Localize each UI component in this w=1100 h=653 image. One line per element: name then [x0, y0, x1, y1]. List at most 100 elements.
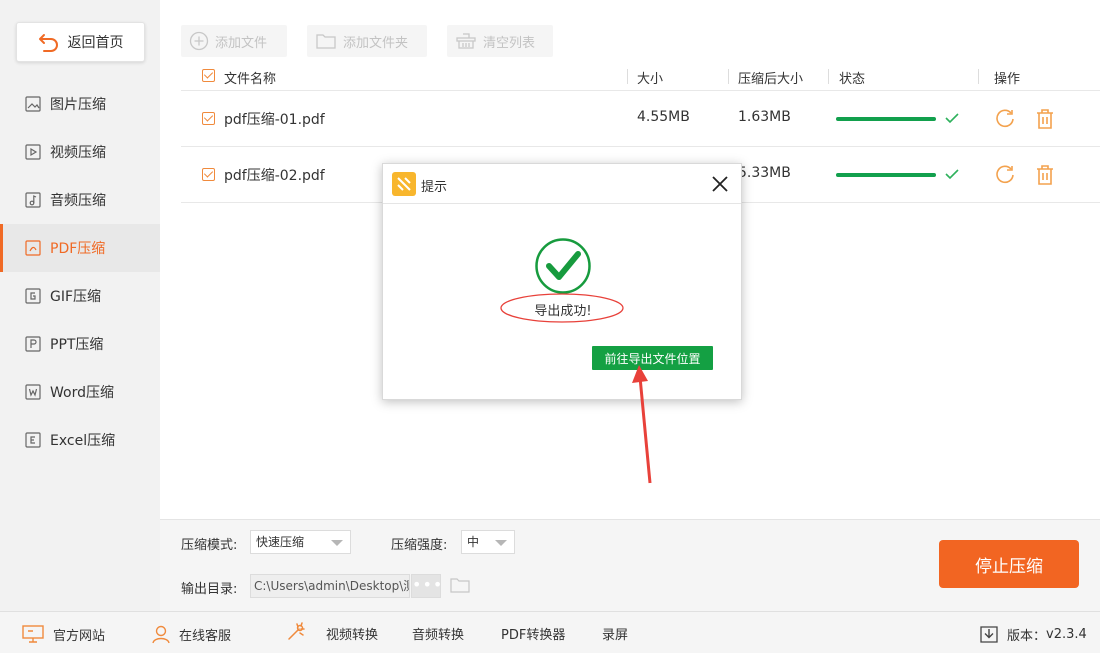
file-name: pdf压缩-01.pdf — [224, 112, 325, 128]
pdf-icon — [25, 240, 41, 256]
version-label: 版本： — [1007, 628, 1047, 644]
audio-convert-label: 音频转换 — [412, 628, 465, 643]
dialog-title: 提示 — [421, 180, 448, 195]
home-button-label: 返回首页 — [67, 35, 124, 51]
row-checkbox[interactable] — [202, 168, 215, 181]
add-folder-label: 添加文件夹 — [343, 35, 409, 51]
column-divider — [828, 69, 829, 84]
home-button[interactable]: 返回首页 — [16, 22, 145, 62]
video-convert-link[interactable]: 视频转换 — [326, 624, 378, 643]
col-action: 操作 — [994, 72, 1021, 87]
clear-list-label: 清空列表 — [483, 35, 536, 51]
output-label: 输出目录: — [181, 582, 238, 597]
audio-icon — [25, 192, 41, 208]
add-file-label: 添加文件 — [215, 35, 268, 51]
pdf-convert-label: PDF转换器 — [501, 628, 566, 643]
column-divider — [978, 69, 979, 84]
sidebar-nav: 图片压缩 视频压缩 音频压缩 PDF压缩 GIF压缩 PPT压缩 Word压缩 — [0, 80, 160, 464]
website-link[interactable]: 官方网站 — [21, 624, 105, 644]
audio-convert-link[interactable]: 音频转换 — [412, 624, 464, 643]
sidebar-item-ppt[interactable]: PPT压缩 — [0, 320, 160, 368]
col-status: 状态 — [839, 72, 866, 87]
add-circle-icon — [189, 31, 209, 51]
sidebar-item-excel[interactable]: Excel压缩 — [0, 416, 160, 464]
monitor-icon — [22, 625, 44, 643]
support-label: 在线客服 — [179, 628, 232, 644]
record-link[interactable]: 录屏 — [602, 624, 628, 643]
sidebar-item-word[interactable]: Word压缩 — [0, 368, 160, 416]
add-file-button[interactable]: 添加文件 — [181, 25, 287, 57]
sidebar-item-gif[interactable]: GIF压缩 — [0, 272, 160, 320]
video-icon — [25, 144, 41, 160]
table-row: pdf压缩-01.pdf 4.55MB 1.63MB — [181, 91, 1100, 147]
check-icon — [945, 169, 959, 180]
col-compressed-size: 压缩后大小 — [738, 72, 804, 87]
col-size: 大小 — [637, 72, 664, 87]
stop-compress-button[interactable]: 停止压缩 — [939, 540, 1079, 588]
open-folder-icon[interactable] — [450, 576, 470, 594]
column-divider — [728, 69, 729, 84]
sidebar-item-label: PDF压缩 — [50, 241, 106, 257]
mode-value: 快速压缩 — [256, 535, 305, 549]
user-icon — [152, 625, 170, 644]
sidebar-item-audio[interactable]: 音频压缩 — [0, 176, 160, 224]
compressed-size: 1.63MB — [738, 109, 791, 125]
strength-select[interactable]: 中 — [461, 530, 515, 554]
toolbar: 添加文件 添加文件夹 清空列表 — [181, 25, 573, 57]
sidebar-item-label: GIF压缩 — [50, 289, 102, 305]
close-icon[interactable] — [710, 174, 730, 194]
website-label: 官方网站 — [53, 628, 106, 644]
compressed-size: 5.33MB — [738, 165, 791, 181]
basket-icon — [456, 33, 476, 49]
footer-bar: 官方网站 在线客服 视频转换 音频转换 PDF转换器 录屏 版本： v2.3.4 — [0, 611, 1100, 653]
strength-label: 压缩强度: — [391, 538, 448, 553]
excel-icon — [25, 432, 41, 448]
tools-icon-wrap — [286, 620, 316, 642]
dialog-header: 提示 — [383, 164, 741, 204]
chevron-down-icon — [331, 540, 343, 546]
row-checkbox[interactable] — [202, 112, 215, 125]
clear-list-button[interactable]: 清空列表 — [447, 25, 553, 57]
progress-bar — [836, 173, 936, 177]
video-convert-label: 视频转换 — [326, 628, 379, 643]
version-value: v2.3.4 — [1046, 626, 1087, 642]
trash-icon[interactable] — [1034, 164, 1056, 186]
sidebar-item-label: Word压缩 — [50, 385, 114, 401]
chevron-down-icon — [495, 540, 507, 546]
mode-select[interactable]: 快速压缩 — [250, 530, 351, 554]
refresh-icon[interactable] — [994, 108, 1016, 130]
column-divider — [627, 69, 628, 84]
sidebar-item-label: Excel压缩 — [50, 433, 116, 449]
folder-icon — [316, 34, 336, 49]
image-icon — [25, 96, 41, 112]
success-check-icon — [535, 238, 591, 294]
pdf-convert-link[interactable]: PDF转换器 — [501, 624, 565, 643]
return-icon — [38, 34, 58, 52]
progress-bar — [836, 117, 936, 121]
mode-label: 压缩模式: — [181, 538, 238, 553]
sidebar-item-image[interactable]: 图片压缩 — [0, 80, 160, 128]
support-link[interactable]: 在线客服 — [151, 624, 231, 644]
sidebar-item-video[interactable]: 视频压缩 — [0, 128, 160, 176]
settings-panel: 压缩模式: 快速压缩 压缩强度: 中 输出目录: C:\Users\admin\… — [160, 519, 1100, 611]
logo-icon — [397, 177, 411, 191]
file-size: 4.55MB — [637, 109, 690, 125]
trash-icon[interactable] — [1034, 108, 1056, 130]
strength-value: 中 — [467, 535, 480, 549]
add-folder-button[interactable]: 添加文件夹 — [307, 25, 427, 57]
refresh-icon[interactable] — [994, 164, 1016, 186]
download-icon — [980, 626, 998, 643]
sidebar-item-label: 音频压缩 — [50, 193, 106, 209]
record-label: 录屏 — [602, 628, 629, 643]
col-name: 文件名称 — [224, 72, 277, 87]
select-all-checkbox[interactable] — [202, 69, 215, 82]
table-header: 文件名称 大小 压缩后大小 状态 操作 — [181, 62, 1100, 91]
output-path-input[interactable]: C:\Users\admin\Desktop\测 — [250, 574, 410, 598]
sidebar: 返回首页 图片压缩 视频压缩 音频压缩 PDF压缩 GIF压缩 PPT压缩 Wo… — [0, 0, 160, 611]
sidebar-item-pdf[interactable]: PDF压缩 — [0, 224, 160, 272]
magic-wand-icon — [288, 622, 305, 640]
sidebar-item-label: 视频压缩 — [50, 145, 106, 161]
app-logo — [392, 172, 416, 196]
version-info[interactable]: 版本： v2.3.4 — [979, 624, 1087, 644]
browse-button[interactable]: ••• — [411, 574, 442, 598]
